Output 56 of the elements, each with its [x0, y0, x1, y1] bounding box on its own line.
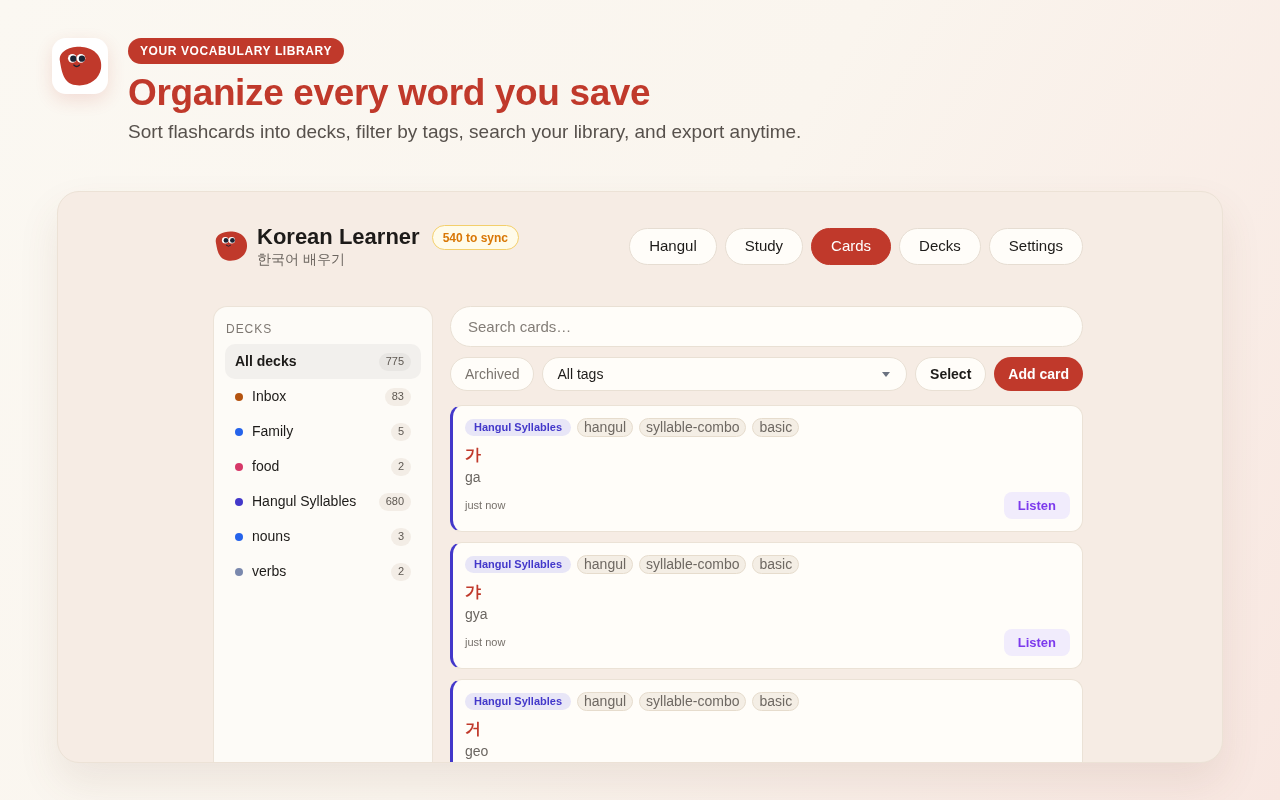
blob-mascot-icon	[52, 38, 108, 94]
tag-filter-select[interactable]: All tags	[542, 357, 908, 391]
deck-label: Hangul Syllables	[465, 693, 572, 710]
deck-item[interactable]: food 2	[225, 449, 421, 484]
blob-mascot-icon	[213, 230, 249, 262]
app-subtitle: 한국어 배우기	[257, 250, 346, 268]
deck-item[interactable]: nouns 3	[225, 519, 421, 554]
deck-item[interactable]: Hangul Syllables 680	[225, 484, 421, 519]
tag-chip: hangul	[577, 555, 634, 574]
deck-count: 2	[390, 562, 411, 581]
sidebar-heading: DECKS	[225, 322, 274, 336]
deck-label: Hangul Syllables	[465, 419, 572, 436]
deck-count: 2	[390, 457, 411, 476]
tag-chip: syllable-combo	[639, 692, 747, 711]
deck-item[interactable]: verbs 2	[225, 554, 421, 589]
nav-tab[interactable]: Study	[724, 227, 804, 265]
tag-chip: basic	[752, 555, 800, 574]
nav-tab[interactable]: Cards	[811, 227, 892, 265]
deck-count: 680	[378, 492, 411, 511]
deck-item[interactable]: Inbox 83	[225, 379, 421, 414]
deck-count: 775	[378, 352, 411, 371]
card-romanization: ga	[465, 468, 481, 487]
deck-item[interactable]: All decks 775	[225, 344, 421, 379]
tag-chip: syllable-combo	[639, 555, 747, 574]
tag-chip: syllable-combo	[639, 418, 747, 437]
tag-chip: basic	[752, 418, 800, 437]
card-timestamp: just now	[465, 498, 506, 514]
deck-label: Hangul Syllables	[465, 556, 572, 573]
nav-tab[interactable]: Hangul	[629, 227, 717, 265]
tag-chip: hangul	[577, 418, 634, 437]
card-word: 거	[465, 719, 481, 739]
deck-count: 5	[390, 422, 411, 441]
card-timestamp: just now	[465, 635, 506, 651]
deck-count: 3	[390, 527, 411, 546]
section-badge: YOUR VOCABULARY LIBRARY	[128, 38, 345, 64]
deck-count: 83	[384, 387, 411, 406]
listen-button[interactable]: Listen	[1003, 629, 1070, 656]
add-card-button[interactable]: Add card	[994, 357, 1083, 391]
search-field[interactable]: Search cards…	[450, 306, 1083, 347]
archived-toggle[interactable]: Archived	[450, 357, 535, 391]
caret-icon	[882, 371, 891, 377]
nav-tab[interactable]: Decks	[899, 227, 981, 265]
card-word: 가	[465, 445, 481, 465]
card-romanization: gya	[465, 605, 488, 624]
deck-item[interactable]: Family 5	[225, 414, 421, 449]
nav-tab[interactable]: Settings	[988, 227, 1083, 265]
card-romanization: geo	[465, 742, 489, 761]
card-word: 갸	[465, 582, 481, 602]
page-title: Organize every word you save	[128, 71, 651, 115]
sync-status-badge: 540 to sync	[431, 225, 519, 250]
listen-button[interactable]: Listen	[1003, 492, 1070, 519]
select-button[interactable]: Select	[915, 357, 987, 391]
tag-chip: hangul	[577, 692, 634, 711]
app-name: Korean Learner	[257, 224, 420, 250]
tag-chip: basic	[752, 692, 800, 711]
page-subtitle: Sort flashcards into decks, filter by tags, search your library, and export anytime.	[128, 120, 802, 144]
